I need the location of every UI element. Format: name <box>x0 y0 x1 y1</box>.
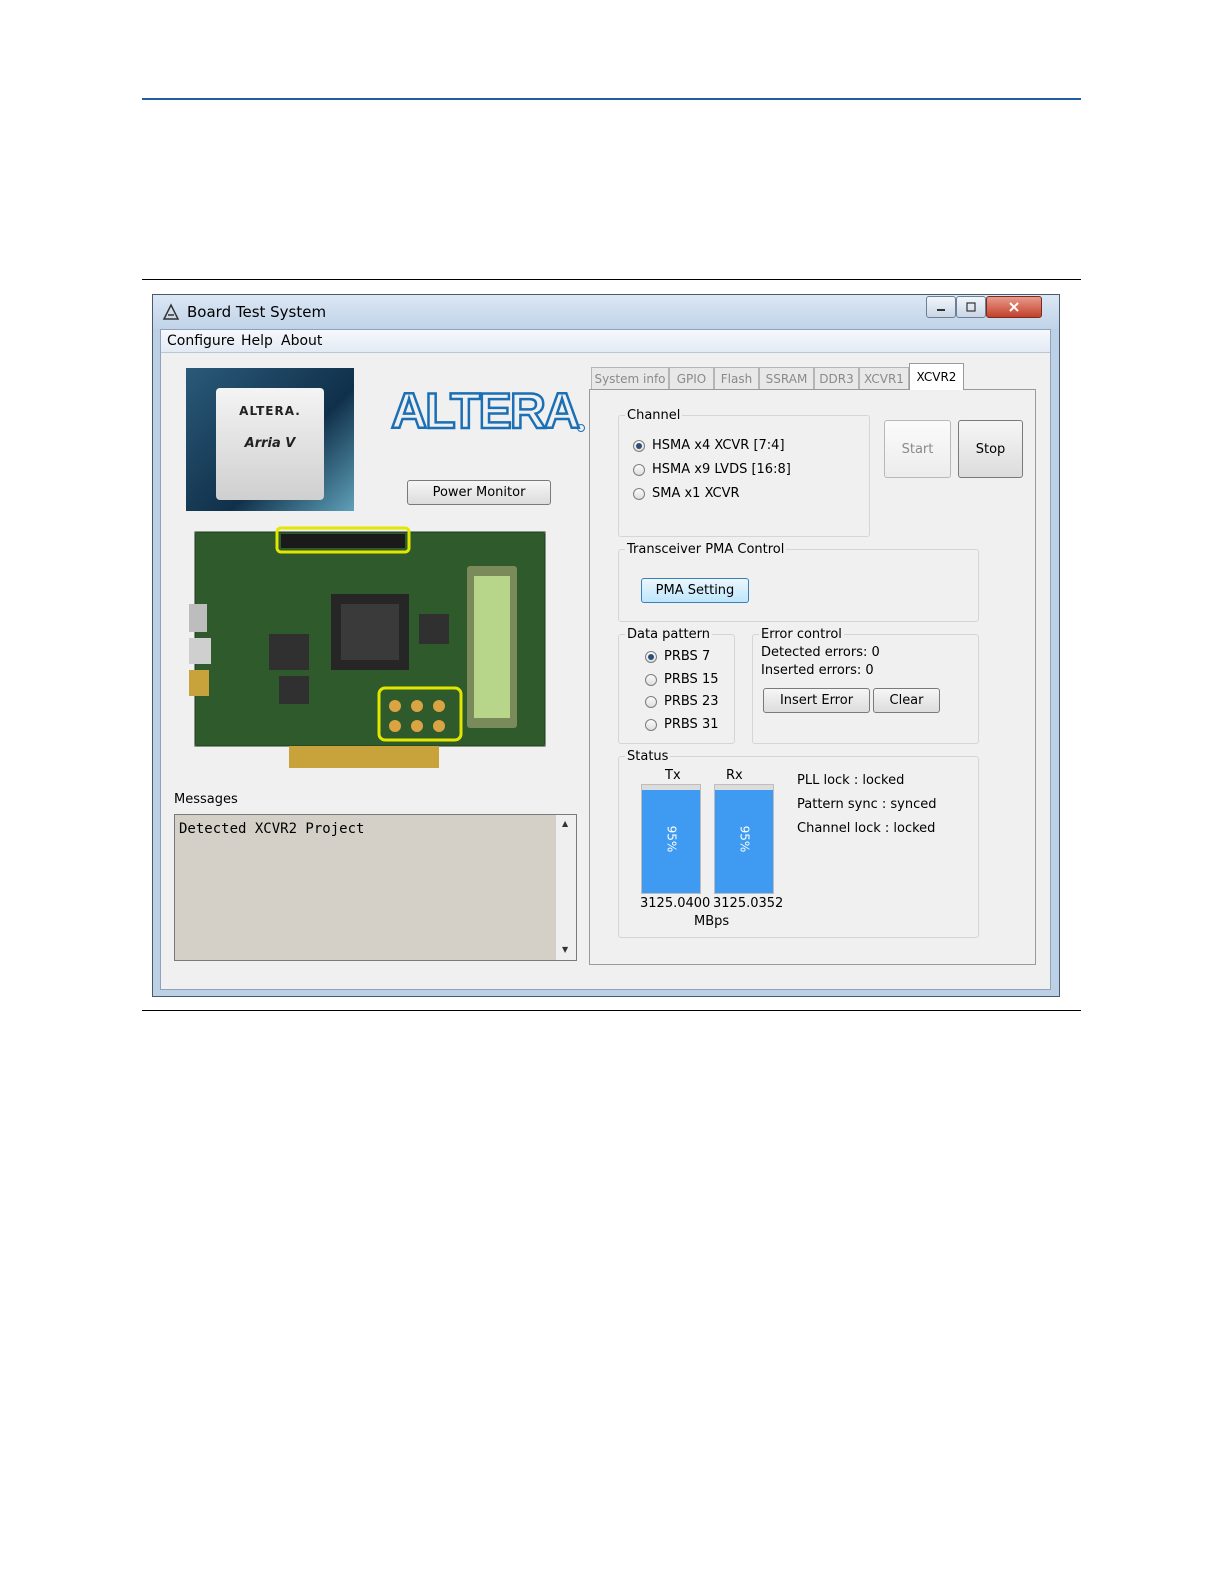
tab-xcvr1[interactable]: XCVR1 <box>859 367 909 389</box>
chip-face: ALTERA. Arria V <box>216 388 324 500</box>
data-pattern-group: Data pattern PRBS 7 PRBS 15 PRBS 23 PRBS… <box>618 627 735 744</box>
scroll-down-icon[interactable]: ▼ <box>562 945 568 954</box>
tx-percent: 95% <box>663 825 678 853</box>
tab-flash[interactable]: Flash <box>714 367 759 389</box>
radio-icon <box>633 439 645 452</box>
channel-group: Channel HSMA x4 XCVR [7:4] HSMA x9 LVDS … <box>618 408 870 537</box>
stop-button[interactable]: Stop <box>958 420 1023 478</box>
messages-scrollbar[interactable]: ▲ ▼ <box>555 815 576 960</box>
app-window: Board Test System Configure Help About A… <box>152 294 1060 997</box>
radio-icon <box>633 487 645 500</box>
chip-logo: ALTERA. <box>239 404 301 418</box>
channel-option-hsma-xcvr[interactable]: HSMA x4 XCVR [7:4] <box>633 438 785 453</box>
xcvr2-panel: Channel HSMA x4 XCVR [7:4] HSMA x9 LVDS … <box>589 389 1036 965</box>
close-icon <box>1009 302 1019 312</box>
pattern-option-label: PRBS 7 <box>664 649 711 664</box>
channel-option-sma[interactable]: SMA x1 XCVR <box>633 486 740 501</box>
detected-errors: Detected errors: 0 <box>761 645 880 660</box>
altera-logo-text: ALTERA <box>391 388 579 438</box>
header-rule <box>142 98 1081 100</box>
tab-gpio[interactable]: GPIO <box>669 367 714 389</box>
pattern-option-prbs15[interactable]: PRBS 15 <box>645 672 719 687</box>
board-image <box>189 526 546 768</box>
menu-about[interactable]: About <box>281 333 322 349</box>
tab-ssram[interactable]: SSRAM <box>759 367 814 389</box>
insert-error-button[interactable]: Insert Error <box>763 688 870 713</box>
minimize-icon <box>937 309 945 311</box>
menu-bar: Configure Help About <box>161 330 1050 353</box>
tx-label: Tx <box>665 768 681 783</box>
radio-icon <box>633 463 645 476</box>
radio-icon <box>645 650 657 663</box>
rx-rate: 3125.0352 <box>713 896 784 911</box>
radio-icon <box>645 718 657 731</box>
scroll-up-icon[interactable]: ▲ <box>562 819 568 828</box>
figure-bottom-rule <box>142 1010 1081 1011</box>
tx-rate: 3125.0400 <box>640 896 711 911</box>
tx-meter: 95% <box>641 784 701 894</box>
status-label: Status <box>625 749 671 764</box>
minimize-button[interactable] <box>926 296 956 318</box>
chip-photo: ALTERA. Arria V <box>186 368 354 511</box>
channel-label: Channel <box>625 408 683 423</box>
channel-option-hsma-lvds[interactable]: HSMA x9 LVDS [16:8] <box>633 462 791 477</box>
menu-help[interactable]: Help <box>241 333 273 349</box>
pma-setting-button[interactable]: PMA Setting <box>641 578 749 603</box>
data-pattern-label: Data pattern <box>625 627 712 642</box>
maximize-button[interactable] <box>956 296 986 318</box>
tab-xcvr2[interactable]: XCVR2 <box>909 363 964 390</box>
error-control-group: Error control Detected errors: 0 Inserte… <box>752 627 979 744</box>
title-bar[interactable]: Board Test System <box>153 295 1059 329</box>
channel-option-label: SMA x1 XCVR <box>652 486 740 501</box>
radio-icon <box>645 695 657 708</box>
clear-button[interactable]: Clear <box>873 688 940 713</box>
pattern-option-prbs31[interactable]: PRBS 31 <box>645 717 719 732</box>
pma-group: Transceiver PMA Control PMA Setting <box>618 542 979 622</box>
radio-icon <box>645 673 657 686</box>
tab-ddr3[interactable]: DDR3 <box>814 367 859 389</box>
pma-label: Transceiver PMA Control <box>625 542 787 557</box>
channel-option-label: HSMA x9 LVDS [16:8] <box>652 462 791 477</box>
pattern-option-label: PRBS 15 <box>664 672 719 687</box>
close-button[interactable] <box>986 296 1042 318</box>
pattern-option-prbs7[interactable]: PRBS 7 <box>645 649 710 664</box>
pattern-option-label: PRBS 31 <box>664 717 719 732</box>
pll-lock-status: PLL lock : locked <box>797 773 905 788</box>
rate-unit: MBps <box>694 914 730 929</box>
rx-percent: 95% <box>736 825 751 853</box>
app-icon <box>162 303 180 320</box>
channel-lock-status: Channel lock : locked <box>797 821 936 836</box>
status-group: Status Tx Rx 95% 95% 3125.0400 3125.0352… <box>618 749 979 938</box>
altera-logo: ALTERA <box>390 388 585 438</box>
messages-textarea[interactable]: Detected XCVR2 Project ▲ ▼ <box>174 814 577 961</box>
messages-label: Messages <box>174 792 238 807</box>
maximize-icon <box>966 302 976 312</box>
rx-label: Rx <box>726 768 743 783</box>
tab-system-info[interactable]: System info <box>591 367 669 389</box>
pattern-option-prbs23[interactable]: PRBS 23 <box>645 694 719 709</box>
start-button[interactable]: Start <box>884 420 951 478</box>
rx-meter: 95% <box>714 784 774 894</box>
chip-name: Arria V <box>244 436 296 451</box>
error-control-label: Error control <box>759 627 844 642</box>
power-monitor-button[interactable]: Power Monitor <box>407 480 551 505</box>
channel-option-label: HSMA x4 XCVR [7:4] <box>652 438 785 453</box>
menu-configure[interactable]: Configure <box>167 333 235 349</box>
messages-text: Detected XCVR2 Project <box>179 821 365 837</box>
pattern-sync-status: Pattern sync : synced <box>797 797 937 812</box>
figure-top-rule <box>142 279 1081 280</box>
inserted-errors: Inserted errors: 0 <box>761 663 874 678</box>
pattern-option-label: PRBS 23 <box>664 694 719 709</box>
window-title: Board Test System <box>187 303 327 321</box>
client-area: Configure Help About ALTERA. Arria V ALT… <box>160 329 1051 990</box>
